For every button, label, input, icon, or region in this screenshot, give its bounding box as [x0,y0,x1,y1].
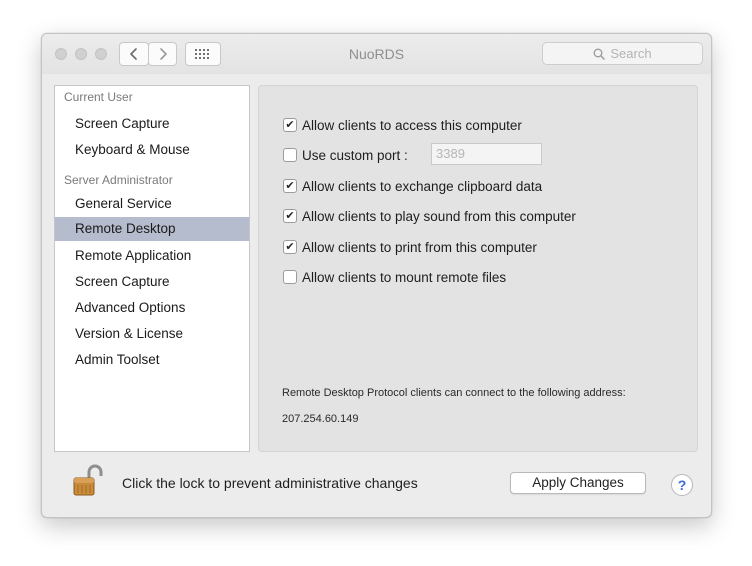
preferences-window: NuoRDS Search Current User Screen Captur… [41,33,712,518]
checkbox-clipboard[interactable]: ✔ [283,179,297,193]
title-bar: NuoRDS Search [42,34,711,74]
sidebar-item-user-screen-capture[interactable]: Screen Capture [55,112,249,136]
sidebar-header-server-administrator: Server Administrator [64,173,173,187]
sidebar-item-version-license[interactable]: Version & License [55,322,249,346]
sidebar-item-remote-application[interactable]: Remote Application [55,244,249,268]
remote-desktop-panel: ✔ Allow clients to access this computer … [258,85,698,452]
option-label: Allow clients to mount remote files [302,269,507,285]
option-custom-port[interactable]: Use custom port : [283,146,408,164]
lock-button[interactable] [72,463,104,497]
unlocked-padlock-icon [73,464,103,496]
sidebar-item-remote-desktop[interactable]: Remote Desktop [55,217,249,241]
checkbox-custom-port[interactable] [283,148,297,162]
help-button[interactable]: ? [671,474,693,496]
option-allow-access[interactable]: ✔ Allow clients to access this computer [283,116,522,134]
option-sound[interactable]: ✔ Allow clients to play sound from this … [283,207,576,225]
sidebar-header-current-user: Current User [64,90,133,104]
option-mount-files[interactable]: Allow clients to mount remote files [283,268,506,286]
option-label: Allow clients to print from this compute… [302,239,537,255]
option-clipboard[interactable]: ✔ Allow clients to exchange clipboard da… [283,177,542,195]
checkbox-allow-access[interactable]: ✔ [283,118,297,132]
sidebar-item-keyboard-mouse[interactable]: Keyboard & Mouse [55,138,249,162]
sidebar-item-server-screen-capture[interactable]: Screen Capture [55,270,249,294]
checkbox-print[interactable]: ✔ [283,240,297,254]
checkbox-sound[interactable]: ✔ [283,209,297,223]
option-label: Use custom port : [302,147,408,163]
search-field[interactable]: Search [542,42,703,65]
checkbox-mount-files[interactable] [283,270,297,284]
option-print[interactable]: ✔ Allow clients to print from this compu… [283,238,537,256]
sidebar-item-advanced-options[interactable]: Advanced Options [55,296,249,320]
ip-address: 207.254.60.149 [282,413,359,425]
sidebar-item-general-service[interactable]: General Service [55,192,249,216]
custom-port-input[interactable]: 3389 [431,143,542,165]
sidebar: Current User Screen Capture Keyboard & M… [54,85,250,452]
magnifier-icon [593,48,606,60]
search-placeholder: Search [610,46,652,61]
option-label: Allow clients to exchange clipboard data [302,178,543,194]
address-info-label: Remote Desktop Protocol clients can conn… [282,387,626,399]
option-label: Allow clients to access this computer [302,117,522,133]
sidebar-item-admin-toolset[interactable]: Admin Toolset [55,348,249,372]
lock-status-text: Click the lock to prevent administrative… [122,475,418,491]
option-label: Allow clients to play sound from this co… [302,208,576,224]
apply-changes-button[interactable]: Apply Changes [510,472,646,494]
